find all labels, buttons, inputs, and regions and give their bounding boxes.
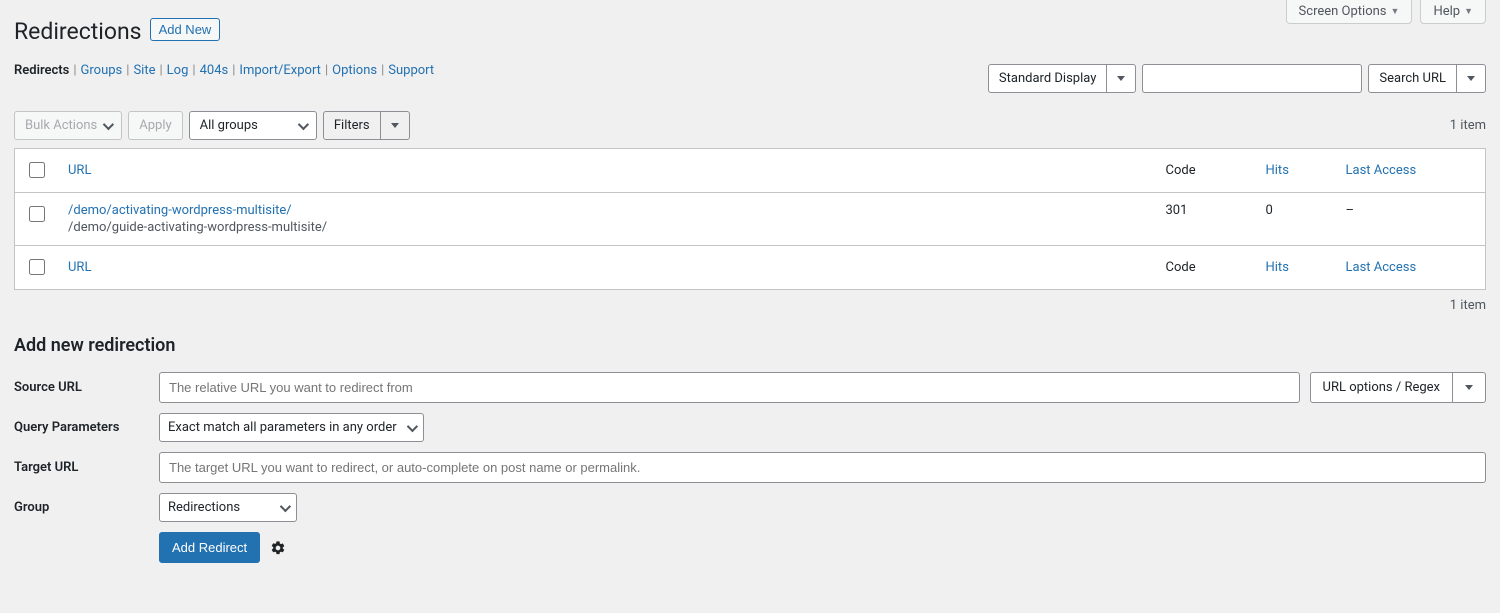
- bulk-actions-select[interactable]: Bulk Actions: [14, 111, 122, 140]
- col-last-header[interactable]: Last Access: [1346, 163, 1417, 178]
- subnav-item-support[interactable]: Support: [388, 63, 434, 78]
- subnav-item-redirects: Redirects: [14, 63, 69, 78]
- group-select-value: Redirections: [168, 500, 240, 515]
- page-title: Redirections: [14, 18, 142, 45]
- url-options-select[interactable]: URL options / Regex: [1310, 372, 1486, 403]
- chevron-down-icon[interactable]: [1456, 65, 1485, 92]
- search-type-label: Search URL: [1369, 65, 1456, 92]
- help-tab[interactable]: Help ▼: [1420, 0, 1486, 24]
- col-last-footer[interactable]: Last Access: [1346, 260, 1417, 275]
- add-new-button[interactable]: Add New: [150, 18, 221, 41]
- filters-label: Filters: [324, 112, 380, 139]
- bulk-actions-label: Bulk Actions: [25, 118, 97, 133]
- redirects-table: URL Code Hits Last Access /demo/activati…: [14, 148, 1486, 290]
- source-url-label: Source URL: [14, 380, 149, 395]
- separator: |: [188, 63, 199, 78]
- separator: |: [228, 63, 239, 78]
- select-all-checkbox[interactable]: [29, 162, 45, 178]
- separator: |: [69, 63, 80, 78]
- col-hits-header[interactable]: Hits: [1266, 163, 1289, 178]
- table-row: /demo/activating-wordpress-multisite/ /de…: [15, 193, 1486, 246]
- gear-icon[interactable]: [270, 540, 286, 556]
- separator: |: [321, 63, 332, 78]
- add-redirection-heading: Add new redirection: [14, 335, 1486, 356]
- chevron-down-icon: [103, 118, 114, 129]
- target-url-input[interactable]: [159, 452, 1486, 483]
- target-url-label: Target URL: [14, 460, 149, 475]
- screen-options-tab[interactable]: Screen Options ▼: [1286, 0, 1413, 24]
- subnav-item-groups[interactable]: Groups: [81, 63, 123, 78]
- apply-button[interactable]: Apply: [128, 111, 182, 140]
- subnav-item-site[interactable]: Site: [133, 63, 155, 78]
- url-options-label: URL options / Regex: [1311, 373, 1452, 402]
- chevron-down-icon[interactable]: [1106, 65, 1135, 92]
- item-count-bottom: 1 item: [14, 298, 1486, 313]
- screen-options-label: Screen Options: [1299, 4, 1387, 19]
- search-type-select[interactable]: Search URL: [1368, 64, 1486, 93]
- subnav-item-import-export[interactable]: Import/Export: [239, 63, 321, 78]
- col-url-header[interactable]: URL: [68, 163, 91, 178]
- caret-down-icon: ▼: [1464, 6, 1473, 17]
- search-input[interactable]: [1142, 64, 1362, 93]
- item-count-top: 1 item: [1450, 118, 1486, 133]
- col-url-footer[interactable]: URL: [68, 260, 91, 275]
- query-params-label: Query Parameters: [14, 420, 149, 435]
- group-label: Group: [14, 500, 149, 515]
- separator: |: [155, 63, 166, 78]
- display-mode-select[interactable]: Standard Display: [988, 64, 1136, 93]
- col-hits-footer[interactable]: Hits: [1266, 260, 1289, 275]
- chevron-down-icon: [380, 112, 409, 139]
- separator: |: [377, 63, 388, 78]
- subnav-item-log[interactable]: Log: [167, 63, 189, 78]
- display-mode-label: Standard Display: [989, 65, 1106, 92]
- source-url-input[interactable]: [159, 372, 1300, 403]
- query-params-value: Exact match all parameters in any order: [168, 420, 397, 435]
- group-filter-select[interactable]: All groups: [189, 111, 317, 140]
- subnav-item-options[interactable]: Options: [332, 63, 377, 78]
- group-filter-label: All groups: [200, 118, 258, 133]
- add-redirect-button[interactable]: Add Redirect: [159, 532, 260, 563]
- group-select[interactable]: Redirections: [159, 493, 297, 522]
- chevron-down-icon: [1452, 373, 1485, 402]
- chevron-down-icon: [298, 118, 309, 129]
- col-code-header: Code: [1156, 149, 1256, 193]
- chevron-down-icon: [280, 500, 291, 511]
- row-source-url[interactable]: /demo/activating-wordpress-multisite/: [68, 203, 292, 218]
- query-params-select[interactable]: Exact match all parameters in any order: [159, 413, 424, 442]
- help-label: Help: [1433, 4, 1460, 19]
- row-checkbox[interactable]: [29, 206, 45, 222]
- separator: |: [122, 63, 133, 78]
- filters-button[interactable]: Filters: [323, 111, 410, 140]
- select-all-checkbox-bottom[interactable]: [29, 259, 45, 275]
- row-target-url: /demo/guide-activating-wordpress-multisi…: [68, 220, 1146, 235]
- caret-down-icon: ▼: [1391, 6, 1400, 17]
- row-code: 301: [1156, 193, 1256, 246]
- chevron-down-icon: [406, 420, 417, 431]
- subnav-item-404s[interactable]: 404s: [200, 63, 229, 78]
- row-last-access: –: [1336, 193, 1486, 246]
- row-hits: 0: [1256, 193, 1336, 246]
- col-code-footer: Code: [1156, 246, 1256, 290]
